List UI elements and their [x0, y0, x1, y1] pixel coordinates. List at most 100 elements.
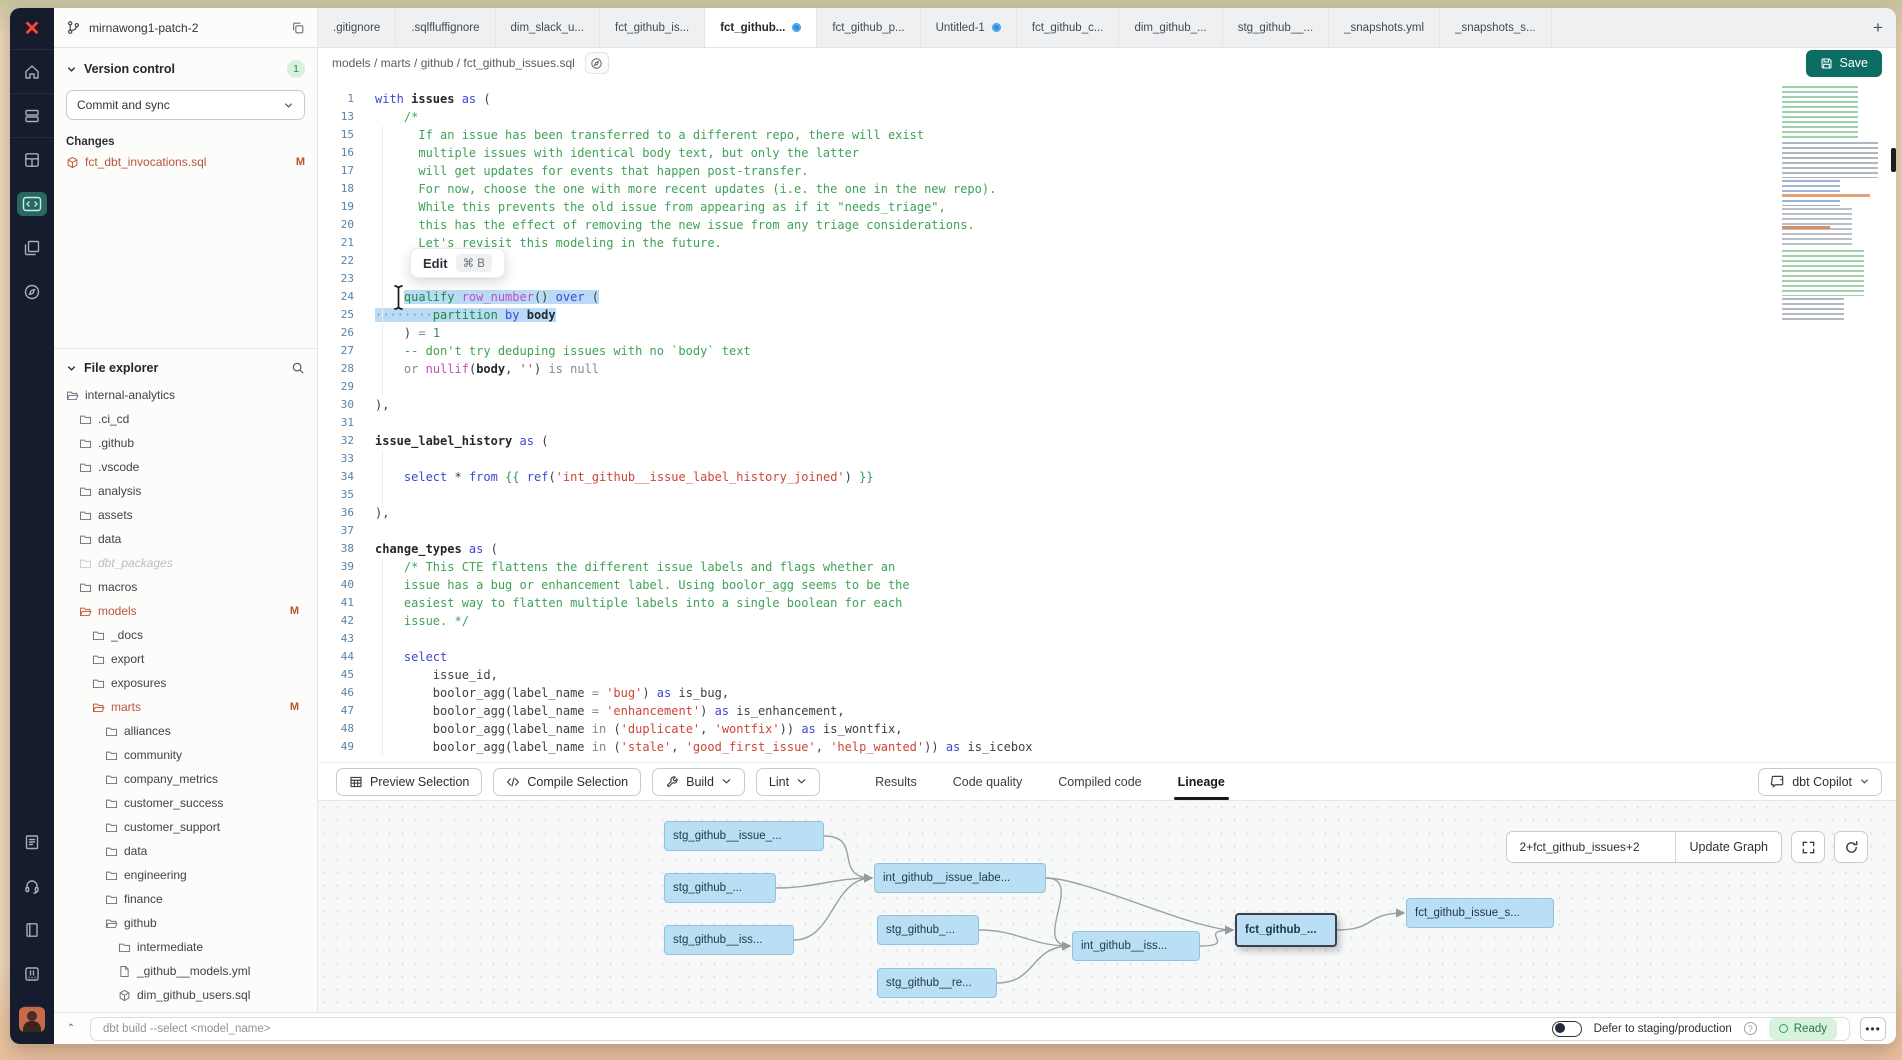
file-tree-item[interactable]: analysis: [54, 479, 317, 503]
code-line[interactable]: 17 will get updates for events that happ…: [318, 162, 1896, 180]
editor-tab[interactable]: stg_github__...: [1223, 8, 1329, 47]
home-icon[interactable]: [10, 50, 54, 94]
code-line[interactable]: 1with issues as (: [318, 90, 1896, 108]
code-line[interactable]: 34 select * from {{ ref('int_github__iss…: [318, 468, 1896, 486]
code-line[interactable]: 39 /* This CTE flattens the different is…: [318, 558, 1896, 576]
code-line[interactable]: 45 issue_id,: [318, 666, 1896, 684]
code-line[interactable]: 15 If an issue has been transferred to a…: [318, 126, 1896, 144]
minimap[interactable]: [1776, 82, 1888, 322]
dbt-logo[interactable]: ✕: [10, 8, 54, 50]
build-button[interactable]: Build: [652, 768, 745, 796]
file-tree-item[interactable]: modelsM: [54, 599, 317, 623]
dashboard-icon[interactable]: [10, 138, 54, 182]
lineage-node[interactable]: stg_github__issue_...: [664, 821, 824, 851]
file-tree-item[interactable]: data: [54, 839, 317, 863]
file-tree-item[interactable]: alliances: [54, 719, 317, 743]
code-editor[interactable]: 1with issues as (13 /*15 If an issue has…: [318, 78, 1896, 762]
editor-tab[interactable]: dim_github_...: [1119, 8, 1222, 47]
tab-code-quality[interactable]: Code quality: [953, 763, 1023, 800]
explore-icon[interactable]: [10, 270, 54, 314]
code-line[interactable]: 46 boolor_agg(label_name = 'bug') as is_…: [318, 684, 1896, 702]
file-tree-item[interactable]: .ci_cd: [54, 407, 317, 431]
file-tree-item[interactable]: finance: [54, 887, 317, 911]
more-options-button[interactable]: •••: [1860, 1017, 1886, 1041]
code-line[interactable]: 38change_types as (: [318, 540, 1896, 558]
editor-tab[interactable]: fct_github...: [705, 8, 817, 47]
file-tree-item[interactable]: export: [54, 647, 317, 671]
projects-icon[interactable]: [10, 226, 54, 270]
lineage-node[interactable]: fct_github_...: [1235, 913, 1337, 947]
file-tree-item[interactable]: customer_success: [54, 791, 317, 815]
lineage-node[interactable]: stg_github__iss...: [664, 925, 794, 955]
code-line[interactable]: 22: [318, 252, 1896, 270]
dbt-copilot-button[interactable]: dbt Copilot: [1758, 768, 1882, 796]
editor-tab[interactable]: _snapshots_s...: [1440, 8, 1552, 47]
help-icon[interactable]: ?: [1744, 1022, 1757, 1035]
file-tree-item[interactable]: github: [54, 911, 317, 935]
preview-selection-button[interactable]: Preview Selection: [336, 768, 482, 796]
code-line[interactable]: 43: [318, 630, 1896, 648]
code-line[interactable]: 30),: [318, 396, 1896, 414]
compile-selection-button[interactable]: Compile Selection: [493, 768, 641, 796]
file-tree-item[interactable]: dbt_packages: [54, 551, 317, 575]
lint-button[interactable]: Lint: [756, 768, 820, 796]
editor-tab[interactable]: Untitled-1: [921, 8, 1017, 47]
file-tree-item[interactable]: internal-analytics: [54, 383, 317, 407]
develop-icon[interactable]: [10, 182, 54, 226]
tab-lineage[interactable]: Lineage: [1178, 763, 1225, 800]
code-line[interactable]: 33: [318, 450, 1896, 468]
code-line[interactable]: 20 this has the effect of removing the n…: [318, 216, 1896, 234]
code-line[interactable]: 47 boolor_agg(label_name = 'enhancement'…: [318, 702, 1896, 720]
expand-command-bar-button[interactable]: ⌃: [62, 1023, 80, 1034]
lineage-node[interactable]: stg_github_...: [664, 873, 776, 903]
scrollbar-thumb[interactable]: [1891, 148, 1896, 172]
file-tree-item[interactable]: intermediate: [54, 935, 317, 959]
version-control-header[interactable]: Version control 1: [54, 48, 317, 82]
changed-file[interactable]: fct_dbt_invocations.sql M: [54, 152, 317, 172]
code-line[interactable]: 18 For now, choose the one with more rec…: [318, 180, 1896, 198]
code-line[interactable]: 26 ) = 1: [318, 324, 1896, 342]
code-line[interactable]: 44 select: [318, 648, 1896, 666]
code-line[interactable]: 49 boolor_agg(label_name in ('stale', 'g…: [318, 738, 1896, 756]
changelog-icon[interactable]: [10, 820, 54, 864]
defer-toggle[interactable]: [1552, 1021, 1582, 1037]
file-explorer-header[interactable]: File explorer: [54, 349, 317, 379]
update-graph-button[interactable]: Update Graph: [1675, 832, 1781, 862]
file-tree-item[interactable]: .github: [54, 431, 317, 455]
file-tree-item[interactable]: company_metrics: [54, 767, 317, 791]
lineage-node[interactable]: fct_github_issue_s...: [1406, 898, 1554, 928]
code-line[interactable]: 16 multiple issues with identical body t…: [318, 144, 1896, 162]
commit-and-sync-dropdown[interactable]: Commit and sync: [66, 90, 305, 120]
lineage-selector-input[interactable]: [1507, 832, 1675, 862]
code-line[interactable]: 19 While this prevents the old issue fro…: [318, 198, 1896, 216]
code-line[interactable]: 13 /*: [318, 108, 1896, 126]
shortcuts-icon[interactable]: [10, 952, 54, 996]
branch-selector[interactable]: mirnawong1-patch-2: [54, 8, 318, 47]
tab-results[interactable]: Results: [875, 763, 917, 800]
code-line[interactable]: 35: [318, 486, 1896, 504]
open-in-explorer-button[interactable]: [585, 52, 609, 74]
command-bar[interactable]: dbt build --select <model_name> Defer to…: [90, 1017, 1850, 1041]
user-avatar[interactable]: [19, 1006, 45, 1032]
code-line[interactable]: 32issue_label_history as (: [318, 432, 1896, 450]
editor-tab[interactable]: .sqlfluffignore: [396, 8, 495, 47]
code-line[interactable]: 40 issue has a bug or enhancement label.…: [318, 576, 1896, 594]
editor-tab[interactable]: fct_github_is...: [600, 8, 705, 47]
file-tree-item[interactable]: martsM: [54, 695, 317, 719]
lineage-node[interactable]: stg_github__re...: [877, 968, 997, 998]
code-line[interactable]: 29: [318, 378, 1896, 396]
code-line[interactable]: 28 or nullif(body, '') is null: [318, 360, 1896, 378]
code-line[interactable]: 42 issue. */: [318, 612, 1896, 630]
lineage-node[interactable]: stg_github_...: [877, 915, 979, 945]
file-tree-item[interactable]: community: [54, 743, 317, 767]
lineage-node[interactable]: int_github__issue_labe...: [874, 863, 1046, 893]
search-icon[interactable]: [291, 361, 305, 375]
file-tree-item[interactable]: dim_github_users.sql: [54, 983, 317, 1007]
copy-icon[interactable]: [291, 21, 305, 35]
file-tree-item[interactable]: _docs: [54, 623, 317, 647]
file-tree-item[interactable]: customer_support: [54, 815, 317, 839]
code-line[interactable]: 37: [318, 522, 1896, 540]
file-tree-item[interactable]: .vscode: [54, 455, 317, 479]
environments-icon[interactable]: [10, 94, 54, 138]
file-tree-item[interactable]: _github__models.yml: [54, 959, 317, 983]
